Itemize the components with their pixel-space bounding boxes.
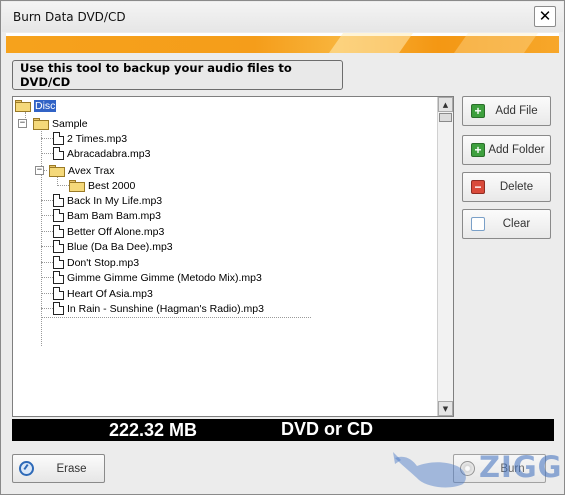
collapse-toggle[interactable]: −: [18, 119, 27, 128]
tree-node-file[interactable]: In Rain - Sunshine (Hagman's Radio).mp3: [53, 301, 264, 316]
erase-icon: [19, 461, 34, 476]
tree-node-file[interactable]: 2 Times.mp3: [53, 131, 127, 146]
folder-icon: [69, 179, 85, 192]
add-file-button[interactable]: + Add File: [462, 96, 551, 126]
watermark-text: ZIGG: [479, 450, 563, 484]
folder-open-icon: [15, 99, 31, 112]
document-icon: [53, 147, 64, 160]
document-icon: [53, 271, 64, 284]
capacity-status-bar: 222.32 MB DVD or CD: [12, 419, 554, 441]
media-type: DVD or CD: [281, 419, 374, 439]
tree-node-label: Better Off Alone.mp3: [67, 225, 165, 238]
document-icon: [53, 256, 64, 269]
tree-node-label: Blue (Da Ba Dee).mp3: [67, 240, 173, 253]
minus-icon: −: [471, 180, 485, 194]
tree-node-label: Disc: [34, 99, 57, 112]
scroll-down-arrow[interactable]: ▼: [438, 401, 453, 416]
tree-node-label: Sample: [52, 117, 88, 130]
erase-button[interactable]: Erase: [12, 454, 105, 483]
tree-node-file[interactable]: Don't Stop.mp3: [53, 255, 139, 270]
burn-data-window: Burn Data DVD/CD ✕ Use this tool to back…: [0, 0, 565, 495]
banner-swoosh: [439, 33, 553, 53]
tree-node-label: 2 Times.mp3: [67, 132, 128, 145]
document-icon: [53, 194, 64, 207]
tree-node-file[interactable]: Abracadabra.mp3: [53, 146, 150, 161]
folder-icon: [49, 164, 65, 177]
delete-button[interactable]: − Delete: [462, 172, 551, 202]
banner-swoosh: [314, 33, 428, 53]
tree-node-label: Gimme Gimme Gimme (Metodo Mix).mp3: [67, 271, 262, 284]
window-title: Burn Data DVD/CD: [13, 10, 126, 24]
header-banner: [6, 33, 559, 53]
plus-icon: +: [471, 143, 485, 157]
tree-node-file[interactable]: Gimme Gimme Gimme (Metodo Mix).mp3: [53, 270, 262, 285]
clear-document-icon: [471, 217, 485, 231]
close-button[interactable]: ✕: [534, 6, 556, 27]
document-icon: [53, 240, 64, 253]
tree-node-label: Heart Of Asia.mp3: [67, 287, 153, 300]
total-size: 222.32 MB: [109, 420, 198, 440]
tree-node-file[interactable]: Bam Bam Bam.mp3: [53, 208, 161, 223]
tree-node-disc[interactable]: Disc: [15, 98, 57, 113]
tree-node-sample[interactable]: Sample: [33, 116, 88, 131]
tree-node-file[interactable]: Better Off Alone.mp3: [53, 224, 164, 239]
tree-node-file[interactable]: Blue (Da Ba Dee).mp3: [53, 239, 173, 254]
scroll-up-arrow[interactable]: ▲: [438, 97, 453, 112]
tree-node-label: Don't Stop.mp3: [67, 256, 140, 269]
document-icon: [53, 225, 64, 238]
tree-node-folder[interactable]: Avex Trax: [49, 163, 115, 178]
vertical-scrollbar[interactable]: ▲ ▼: [437, 97, 453, 416]
tree-node-label: Best 2000: [88, 179, 136, 192]
document-icon: [53, 132, 64, 145]
scroll-thumb[interactable]: [439, 113, 452, 122]
plus-icon: +: [471, 104, 485, 118]
tree-node-folder[interactable]: Best 2000: [69, 178, 135, 193]
tree-node-label: Avex Trax: [68, 164, 115, 177]
document-icon: [53, 209, 64, 222]
tree-node-label: In Rain - Sunshine (Hagman's Radio).mp3: [67, 302, 264, 315]
tree-node-file[interactable]: Heart Of Asia.mp3: [53, 286, 153, 301]
tree-node-file[interactable]: Back In My Life.mp3: [53, 193, 162, 208]
tree-node-label: Back In My Life.mp3: [67, 194, 163, 207]
folder-icon: [33, 117, 49, 130]
tree-node-label: Bam Bam Bam.mp3: [67, 209, 161, 222]
tree-node-label: Abracadabra.mp3: [67, 147, 151, 160]
file-tree[interactable]: Disc − Sample 2 Times.mp3 Abracadabra.mp…: [12, 96, 454, 417]
collapse-toggle[interactable]: −: [35, 166, 44, 175]
disc-icon: [460, 461, 475, 476]
clear-button[interactable]: Clear: [462, 209, 551, 239]
add-folder-button[interactable]: + Add Folder: [462, 135, 551, 165]
document-icon: [53, 302, 64, 315]
document-icon: [53, 287, 64, 300]
title-bar: Burn Data DVD/CD ✕: [2, 2, 563, 32]
instruction-box: Use this tool to backup your audio files…: [12, 60, 343, 90]
